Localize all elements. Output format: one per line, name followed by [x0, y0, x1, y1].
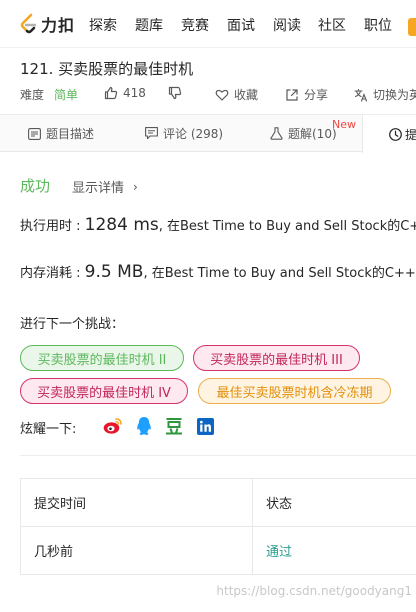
runtime-value: 1284 ms	[84, 215, 159, 235]
table-header-row: 提交时间 状态	[21, 479, 416, 527]
weibo-icon[interactable]	[103, 416, 123, 436]
heart-icon	[215, 89, 229, 101]
memory-value: 9.5 MB	[84, 262, 144, 282]
new-badge: New	[332, 118, 356, 131]
tab-comments[interactable]: 评论 (298)	[145, 115, 223, 152]
difficulty-label: 难度	[20, 88, 45, 102]
submission-status: 通过	[253, 527, 416, 574]
difficulty-value: 简单	[54, 88, 79, 102]
share-button[interactable]: 分享	[285, 86, 328, 103]
nav-item-contest[interactable]: 竞赛	[181, 15, 209, 35]
leetcode-logo[interactable]: 力扣	[18, 12, 75, 36]
translate-icon	[354, 88, 368, 102]
linkedin-icon[interactable]	[195, 416, 215, 436]
tab-comments-label: 评论 (298)	[163, 127, 224, 141]
submission-status-link[interactable]: 通过	[266, 541, 292, 560]
challenge-chip[interactable]: 买卖股票的最佳时机 IV	[20, 378, 188, 404]
memory-stat: 内存消耗 : 9.5 MB, 在Best Time to Buy and Sel…	[20, 262, 416, 282]
top-navigation: 力扣 探索 题库 竞赛 面试 阅读 社区 职位	[0, 0, 416, 48]
problem-title: 121. 买卖股票的最佳时机	[20, 60, 194, 78]
result-status: 成功	[20, 177, 51, 195]
next-challenge-label: 进行下一个挑战：	[20, 317, 125, 332]
like-count: 418	[123, 86, 146, 100]
column-header-time: 提交时间	[21, 479, 253, 526]
share-label: 分享	[304, 88, 329, 102]
column-header-status: 状态	[266, 497, 293, 512]
switch-language-button[interactable]: 切换为英	[354, 86, 416, 103]
submission-table: 提交时间 状态 几秒前 通过	[20, 478, 416, 575]
nav-premium-badge[interactable]	[408, 18, 416, 36]
share-icon	[286, 88, 298, 101]
tab-description[interactable]: 题目描述	[28, 115, 94, 152]
logo-text: 力扣	[41, 16, 76, 35]
nav-item-explore[interactable]: 探索	[89, 15, 117, 35]
nav-item-jobs[interactable]: 职位	[364, 15, 392, 35]
watermark: https://blog.csdn.net/goodyang1	[216, 584, 412, 598]
tab-submissions[interactable]: 提	[362, 115, 416, 153]
tab-submissions-label: 提	[405, 127, 416, 142]
problem-tabs: 题目描述 评论 (298) 题解(10) New 提	[0, 114, 416, 153]
nav-item-reading[interactable]: 阅读	[273, 15, 301, 35]
section-divider	[20, 455, 416, 456]
favorite-label: 收藏	[234, 88, 259, 102]
difficulty-info: 难度 简单	[20, 86, 78, 103]
memory-desc: , 在Best Time to Buy and Sell Stock的C++提	[143, 266, 416, 281]
douban-icon[interactable]	[164, 416, 184, 436]
tab-solutions-label: 题解(10)	[288, 127, 337, 141]
clock-icon	[389, 127, 402, 141]
runtime-desc: , 在Best Time to Buy and Sell Stock的C++	[158, 219, 416, 234]
runtime-stat: 执行用时 : 1284 ms, 在Best Time to Buy and Se…	[20, 215, 416, 235]
thumbs-down-icon	[168, 86, 182, 100]
like-button[interactable]: 418	[104, 86, 146, 100]
submission-time: 几秒前	[21, 527, 253, 574]
challenge-chip[interactable]: 买卖股票的最佳时机 II	[20, 345, 184, 371]
share-section-label: 炫耀一下:	[20, 422, 77, 437]
nav-item-interview[interactable]: 面试	[227, 15, 255, 35]
challenge-chip[interactable]: 买卖股票的最佳时机 III	[193, 345, 360, 371]
challenge-chip[interactable]: 最佳买卖股票时机含冷冻期	[198, 378, 391, 404]
tab-description-label: 题目描述	[46, 127, 95, 141]
nav-item-problems[interactable]: 题库	[135, 15, 163, 35]
runtime-label: 执行用时 :	[20, 219, 85, 234]
flask-icon	[270, 127, 283, 140]
chevron-right-icon: ›	[133, 179, 138, 194]
show-detail-link[interactable]: 显示详情 ›	[72, 177, 138, 197]
nav-item-community[interactable]: 社区	[318, 15, 346, 35]
table-row: 几秒前 通过	[21, 527, 416, 575]
comment-icon	[145, 127, 158, 140]
dislike-button[interactable]	[168, 86, 187, 100]
show-detail-label: 显示详情	[72, 181, 125, 196]
logo-icon	[18, 13, 38, 35]
tab-solutions[interactable]: 题解(10)	[270, 115, 337, 152]
thumbs-up-icon	[104, 86, 118, 100]
qq-icon[interactable]	[134, 416, 154, 436]
favorite-button[interactable]: 收藏	[215, 86, 258, 103]
description-icon	[28, 127, 41, 140]
memory-label: 内存消耗 :	[20, 266, 85, 281]
switch-language-label: 切换为英	[373, 88, 416, 102]
